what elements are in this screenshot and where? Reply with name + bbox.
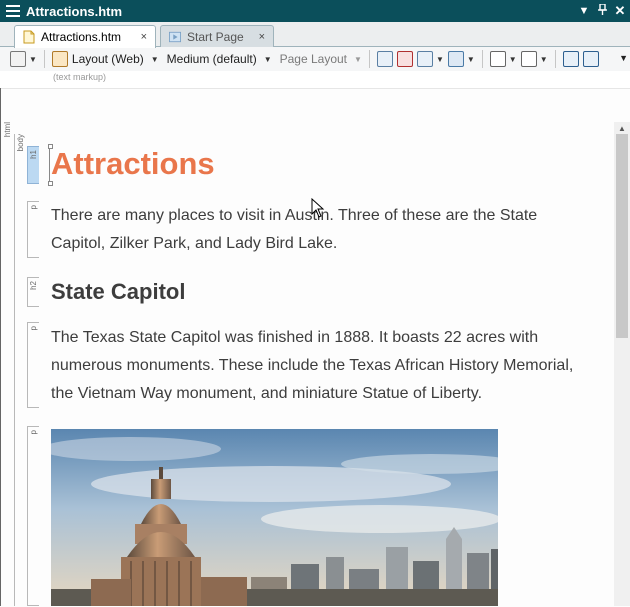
image-icon	[416, 51, 433, 67]
dropdown-arrow-icon[interactable]: ▼	[576, 5, 592, 17]
chevron-down-icon: ▼	[539, 54, 548, 64]
text-line: There are many places to visit in Austin…	[51, 207, 538, 224]
tag-label: p	[29, 205, 38, 210]
delete-table-icon	[396, 51, 413, 67]
document-tab-strip: Attractions.htm × Start Page ×	[0, 22, 630, 48]
insert-table-button[interactable]	[375, 49, 395, 69]
insert-id-button[interactable]	[561, 49, 581, 69]
tag-block-h1[interactable]: h1	[27, 146, 39, 184]
text-line: The Texas State Capitol was finished in …	[51, 329, 539, 346]
document-heading-h2[interactable]: State Capitol	[51, 279, 185, 305]
document-heading-h1[interactable]: Attractions	[51, 146, 215, 182]
chevron-down-icon: ▼	[354, 54, 362, 64]
tab-close-icon[interactable]: ×	[141, 31, 147, 43]
size-label: Medium (default)	[166, 52, 257, 66]
tag-label: p	[29, 430, 38, 435]
chevron-down-icon: ▼	[263, 54, 272, 64]
tag-label: h2	[29, 281, 38, 290]
tab-attractions[interactable]: Attractions.htm ×	[14, 25, 156, 48]
chevron-down-icon: ▼	[150, 54, 159, 64]
tag-block-p[interactable]: p	[27, 201, 39, 258]
paragraph-icon	[489, 51, 506, 67]
page-layout-label: Page Layout	[279, 52, 348, 66]
size-dropdown[interactable]: Medium (default) ▼	[161, 49, 274, 69]
scrollbar-thumb[interactable]	[616, 134, 628, 338]
text-line: numerous monuments. These include the Te…	[51, 357, 574, 374]
tag-label: h1	[29, 150, 38, 159]
tab-close-icon[interactable]: ×	[259, 31, 265, 43]
window-title-bar: Attractions.htm ▼ ✕	[0, 0, 630, 22]
tab-label: Start Page	[187, 29, 244, 44]
tag-block-p[interactable]: p	[27, 426, 39, 606]
paragraph-intro[interactable]: There are many places to visit in Austin…	[51, 202, 603, 258]
text-line: the Vietnam Way monument, and miniature …	[51, 385, 483, 402]
insert-link-button[interactable]: ▼	[446, 49, 477, 69]
pin-icon[interactable]	[594, 3, 610, 18]
editor-toolbar: ▼ Layout (Web) ▼ Medium (default) ▼ Page…	[0, 47, 630, 71]
editor-left-border	[0, 88, 1, 606]
tab-label: Attractions.htm	[41, 30, 122, 44]
toolbar-separator	[554, 50, 556, 68]
page-layout-dropdown[interactable]: Page Layout ▼	[274, 49, 364, 69]
paragraph-capitol[interactable]: The Texas State Capitol was finished in …	[51, 324, 603, 408]
layout-mode-button[interactable]: Layout (Web) ▼	[50, 49, 161, 69]
insert-image-button[interactable]: ▼	[415, 49, 446, 69]
chevron-down-icon: ▼	[435, 54, 444, 64]
window-title: Attractions.htm	[26, 3, 123, 19]
text-line: Capitol, Zilker Park, and Lady Bird Lake…	[51, 235, 338, 252]
capitol-photo-image	[51, 429, 498, 606]
layout-icon	[51, 51, 68, 67]
tag-body[interactable]: body	[16, 134, 25, 151]
hamburger-menu-icon[interactable]	[6, 5, 20, 17]
tag-block-p[interactable]: p	[27, 322, 39, 408]
layout-label: Layout (Web)	[71, 52, 144, 66]
class-icon	[582, 51, 599, 67]
mouse-pointer-icon	[311, 198, 325, 218]
tag-label: p	[29, 326, 38, 331]
scroll-up-arrow-icon[interactable]: ▲	[618, 124, 626, 133]
magnifier-icon	[10, 51, 26, 67]
id-icon	[562, 51, 579, 67]
toolbar-separator	[481, 50, 483, 68]
toolbar-separator	[43, 50, 45, 68]
insert-class-button[interactable]	[581, 49, 601, 69]
tag-column-body[interactable]: body	[14, 134, 27, 606]
character-format-button[interactable]: ▼	[519, 49, 550, 69]
tag-html[interactable]: html	[3, 122, 12, 137]
tag-block-h2[interactable]: h2	[27, 277, 39, 307]
preview-button[interactable]: ▼	[8, 49, 39, 69]
chevron-down-icon: ▼	[466, 54, 475, 64]
capitol-photo[interactable]	[51, 429, 498, 606]
character-icon	[520, 51, 537, 67]
toolbar-overflow-icon[interactable]: ▼	[619, 53, 628, 63]
toolbar-separator	[368, 50, 370, 68]
tag-column-html[interactable]: html	[3, 122, 13, 606]
paragraph-format-button[interactable]: ▼	[488, 49, 519, 69]
table-icon	[376, 51, 393, 67]
chevron-down-icon: ▼	[508, 54, 517, 64]
link-icon	[447, 51, 464, 67]
tab-start-page[interactable]: Start Page ×	[160, 25, 274, 47]
toolbar-sublabel: (text markup)	[53, 72, 107, 82]
delete-table-button[interactable]	[395, 49, 415, 69]
html-file-icon	[23, 30, 35, 44]
start-page-icon	[169, 31, 181, 42]
chevron-down-icon: ▼	[29, 54, 37, 64]
close-icon[interactable]: ✕	[612, 3, 628, 19]
vertical-scrollbar[interactable]: ▲	[614, 122, 630, 606]
